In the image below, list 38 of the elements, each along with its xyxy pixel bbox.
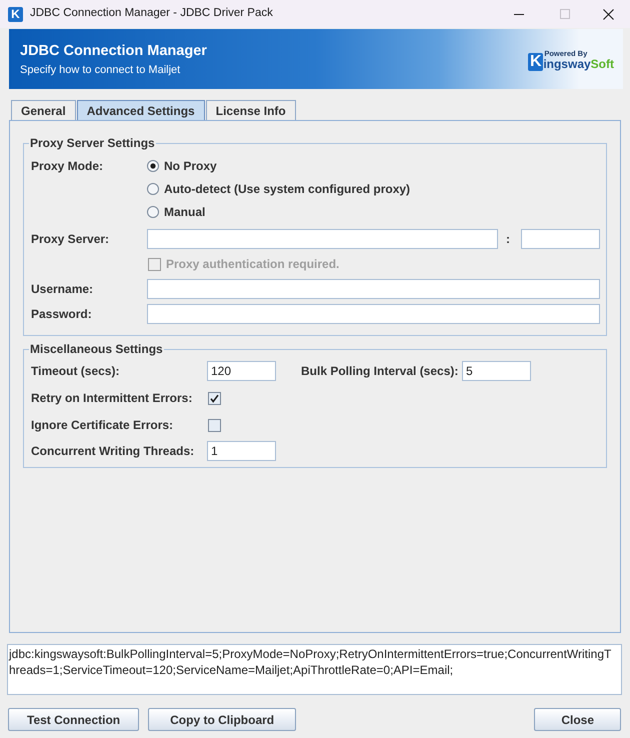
writing-threads-field[interactable]: 1 xyxy=(207,441,276,461)
proxy-host-field[interactable] xyxy=(147,229,498,249)
logo-letter-tile: K xyxy=(528,52,544,70)
field-label: Timeout (secs): xyxy=(31,364,120,378)
field-label: Concurrent Writing Threads: xyxy=(31,444,196,458)
field-label: Username: xyxy=(31,282,94,296)
field-label: Password: xyxy=(31,307,92,321)
checkbox[interactable] xyxy=(208,418,221,432)
dialog-button[interactable]: Copy to Clipboard xyxy=(148,708,296,731)
field-label: Bulk Polling Interval (secs): xyxy=(301,364,460,378)
timeout-field[interactable]: 120 xyxy=(207,360,276,380)
username-field[interactable] xyxy=(147,279,600,299)
field-label: Proxy Mode: xyxy=(31,158,104,172)
banner-title: JDBC Connection Manager xyxy=(20,42,207,60)
field-label: Proxy Server: xyxy=(31,232,110,246)
close-icon xyxy=(602,8,614,20)
field-label: Ignore Certificate Errors: xyxy=(31,418,174,432)
field-label: Retry on Intermittent Errors: xyxy=(31,391,194,405)
password-field[interactable] xyxy=(147,304,600,324)
group-legend: Proxy Server Settings xyxy=(29,136,156,150)
radio-option[interactable]: No Proxy xyxy=(147,154,217,177)
tab[interactable]: General xyxy=(11,100,76,120)
dialog-button[interactable]: Test Connection xyxy=(8,708,140,731)
proxy-port-field[interactable] xyxy=(521,229,600,249)
checkbox[interactable] xyxy=(208,392,221,404)
app-logo: K xyxy=(8,6,23,22)
window-title: JDBC Connection Manager - JDBC Driver Pack xyxy=(30,6,273,22)
connection-string-field[interactable]: jdbc:kingswaysoft:BulkPollingInterval=5;ProxyMode=NoProxy;RetryOnIntermittentErrors=true;ConcurrentWritingThreads=1;ServiceTimeout=120;ServiceName=Mailjet;ApiThrottleRate=0;API=Email; xyxy=(7,644,622,695)
banner-subtitle: Specify how to connect to Mailjet xyxy=(20,62,182,76)
group-legend: Miscellaneous Settings xyxy=(29,342,164,356)
radio-option[interactable]: Auto-detect (Use system configured proxy) xyxy=(147,177,410,200)
polling-interval-field[interactable]: 5 xyxy=(462,360,531,380)
logo-wordmark: ingswaySoft xyxy=(543,58,614,70)
radio-option[interactable]: Manual xyxy=(147,200,206,223)
tab[interactable]: Advanced Settings xyxy=(76,100,205,120)
port-separator: : xyxy=(506,232,510,246)
dialog-button[interactable]: Close xyxy=(534,708,621,731)
tab[interactable]: License Info xyxy=(206,100,296,120)
